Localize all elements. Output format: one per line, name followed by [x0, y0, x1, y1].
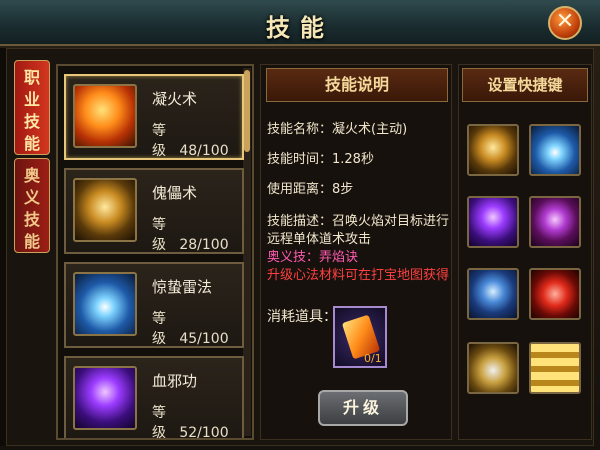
skill-level: 等级 52/100	[152, 402, 242, 440]
material-hint-line: 升级心法材料可在打宝地图获得	[267, 268, 450, 283]
skill-level: 等级 45/100	[152, 308, 242, 348]
purple-ghost-icon	[73, 366, 137, 430]
gold-ingots-icon[interactable]	[529, 342, 581, 394]
skill-range-line: 使用距离：8步	[267, 182, 354, 197]
skill-desc-line-2: 远程单体道术攻击	[267, 232, 372, 247]
skill-item[interactable]: 血邪功 等级 52/100	[64, 356, 244, 440]
fire-talisman-icon	[73, 84, 137, 148]
skill-item[interactable]: 傀儡术 等级 28/100	[64, 168, 244, 254]
skill-level-label: 等级	[152, 311, 166, 347]
lightning-orb-icon[interactable]	[529, 124, 581, 176]
tab-class-skills[interactable]: 职业技能	[14, 60, 50, 155]
lightning-orb-icon	[73, 272, 137, 336]
skill-level-value: 52/100	[179, 425, 229, 440]
consume-item-count: 0/1	[364, 352, 382, 365]
skill-desc-line-1: 技能描述：召唤火焰对目标进行	[267, 214, 450, 229]
skill-list: 凝火术 等级 48/100 傀儡术 等级 28/100 惊蛰雷法 等级 45/1…	[56, 64, 254, 440]
tab-ultimate-skills-label: 奥义技能	[23, 166, 40, 251]
skill-item[interactable]: 惊蛰雷法 等级 45/100	[64, 262, 244, 348]
skill-level-label: 等级	[152, 123, 166, 159]
tab-class-skills-label: 职业技能	[23, 68, 40, 153]
golden-figure-icon[interactable]	[467, 124, 519, 176]
blade-slash-icon[interactable]	[467, 342, 519, 394]
close-button[interactable]: ✕	[548, 6, 582, 40]
consume-item-label: 消耗道具：	[267, 309, 337, 325]
tab-ultimate-skills[interactable]: 奥义技能	[14, 158, 50, 253]
upgrade-button[interactable]: 升级	[318, 390, 408, 426]
skill-level-label: 等级	[152, 405, 166, 440]
skill-name: 傀儡术	[152, 184, 198, 202]
skill-name: 惊蛰雷法	[152, 278, 213, 296]
close-icon: ✕	[555, 9, 575, 34]
skill-level-value: 45/100	[179, 331, 229, 347]
ultimate-skill-line: 奥义技：弄焰诀	[267, 250, 359, 265]
skill-level-value: 28/100	[179, 237, 229, 253]
skill-list-scrollbar[interactable]	[244, 70, 250, 152]
purple-ghost-icon[interactable]	[467, 196, 519, 248]
window-title: 技能	[266, 14, 334, 42]
skill-name-line: 技能名称：凝火术(主动)	[267, 122, 408, 137]
hotkey-header: 设置快捷键	[462, 68, 588, 102]
golden-figure-icon	[73, 178, 137, 242]
skill-level: 等级 48/100	[152, 120, 242, 160]
skill-name: 凝火术	[152, 90, 198, 108]
blue-spirit-icon[interactable]	[467, 268, 519, 320]
skill-level: 等级 28/100	[152, 214, 242, 254]
skill-description-header: 技能说明	[266, 68, 448, 102]
skill-time-line: 技能时间：1.28秒	[267, 152, 374, 167]
skill-item[interactable]: 凝火术 等级 48/100	[64, 74, 244, 160]
red-claw-icon[interactable]	[529, 268, 581, 320]
skill-name: 血邪功	[152, 372, 198, 390]
skull-demon-icon[interactable]	[529, 196, 581, 248]
skill-level-value: 48/100	[179, 143, 229, 159]
skill-level-label: 等级	[152, 217, 166, 253]
